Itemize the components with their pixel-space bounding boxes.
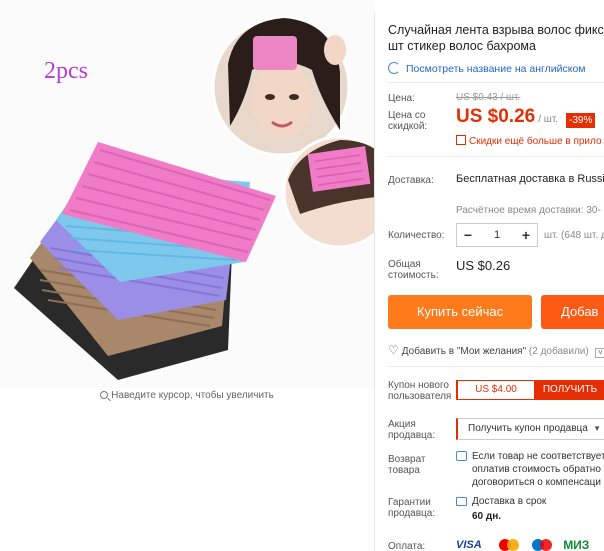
visa-logo: VISA bbox=[456, 539, 482, 551]
product-info-panel: Случайная лента взрыва волос фикси шт ст… bbox=[388, 0, 604, 551]
coupon-value: US $4.00 bbox=[458, 381, 534, 399]
returns-label-line1: Возврат bbox=[388, 454, 426, 465]
mastercard-logo bbox=[497, 538, 523, 551]
shipping-value[interactable]: Бесплатная доставка в Russia bbox=[456, 173, 604, 185]
panel-divider bbox=[374, 12, 375, 551]
qr-code-icon bbox=[456, 135, 466, 145]
overlay-2pcs-text: 2pcs bbox=[44, 58, 88, 84]
zoom-hint-text: Наведите курсор, чтобы увеличить bbox=[111, 390, 274, 401]
total-label-line2: стоимость: bbox=[388, 270, 439, 281]
total-label-line1: Общая bbox=[388, 259, 421, 270]
coupon-label-line1: Купон нового bbox=[388, 380, 449, 391]
quantity-increase-button[interactable]: + bbox=[515, 224, 537, 246]
seller-promo-label-line2: продавца: bbox=[388, 430, 436, 441]
discount-price-label: Цена со скидкой: bbox=[388, 110, 427, 132]
returns-text-line2: оплатив стоимость обратно bbox=[472, 464, 601, 475]
returns-label-line2: товара bbox=[388, 465, 420, 476]
guarantee-label-line1: Гарантии bbox=[388, 497, 431, 508]
wishlist-count: (2 добавили) bbox=[528, 346, 589, 357]
product-title: Случайная лента взрыва волос фикси шт ст… bbox=[388, 22, 604, 54]
shipping-label: Доставка: bbox=[388, 175, 434, 186]
divider bbox=[388, 156, 604, 157]
buy-now-button[interactable]: Купить сейчас bbox=[388, 295, 532, 329]
product-photo: 2pcs bbox=[14, 17, 374, 380]
quantity-decrease-button[interactable]: − bbox=[457, 224, 479, 246]
product-image[interactable]: 2pcs bbox=[0, 0, 374, 388]
current-price: US $0.26/ шт. bbox=[456, 106, 558, 128]
mir-logo: МИЗ bbox=[563, 538, 590, 551]
wishlist-text[interactable]: Добавить в "Мои желания" bbox=[402, 346, 526, 357]
get-coupon-button[interactable]: ПОЛУЧИТЬ bbox=[534, 381, 604, 399]
quantity-label: Количество: bbox=[388, 230, 445, 241]
divider bbox=[388, 82, 604, 83]
seller-coupon-select-text[interactable]: Получить купон продавца bbox=[468, 423, 588, 434]
model-photo-circle bbox=[211, 17, 351, 157]
new-user-coupon-label: Купон нового пользователя bbox=[388, 380, 451, 402]
delivery-time: Расчётное время доставки: 30- bbox=[456, 205, 601, 216]
seller-coupon-select[interactable]: Получить купон продавца ▼ bbox=[456, 418, 604, 440]
wishlist-link[interactable]: ♡ Добавить в "Мои желания" (2 добавили) ˅ bbox=[388, 343, 604, 358]
guarantee-label: Гарантии продавца: bbox=[388, 497, 435, 519]
old-price-label: Цена: bbox=[388, 93, 415, 104]
magnifier-icon bbox=[100, 391, 109, 399]
returns-label: Возврат товара bbox=[388, 454, 426, 476]
product-title-line1: Случайная лента взрыва волос фикси bbox=[388, 23, 604, 37]
guarantee-days: 60 дн. bbox=[472, 511, 502, 522]
coupon-label-line2: пользователя bbox=[388, 391, 452, 402]
payment-label: Оплата: bbox=[388, 541, 426, 551]
dropdown-arrow-icon: ▼ bbox=[593, 424, 601, 433]
heart-icon: ♡ bbox=[388, 343, 399, 357]
translate-icon bbox=[388, 62, 400, 74]
discount-price-label-line2: скидкой: bbox=[388, 121, 428, 132]
returns-icon bbox=[456, 451, 467, 461]
chevron-down-icon[interactable]: ˅ bbox=[595, 348, 604, 358]
new-user-coupon: US $4.00 ПОЛУЧИТЬ bbox=[456, 380, 604, 400]
returns-text: Если товар не соответствует оплатив стои… bbox=[472, 450, 604, 489]
maestro-logo bbox=[530, 538, 556, 551]
current-price-unit: / шт. bbox=[538, 114, 559, 125]
product-title-line2: шт стикер волос бахрома bbox=[388, 39, 536, 53]
translate-link[interactable]: Посмотреть название на английском bbox=[388, 62, 586, 75]
quantity-available: шт. (648 шт. д bbox=[544, 230, 604, 241]
guarantee-text: Доставка в срок bbox=[472, 496, 547, 507]
returns-text-line1: Если товар не соответствует bbox=[472, 451, 604, 462]
discount-badge: -39% bbox=[566, 113, 596, 128]
seller-promo-label-line1: Акция bbox=[388, 419, 416, 430]
app-discount-link[interactable]: Скидки ещё больше в прило bbox=[456, 135, 602, 147]
total-value: US $0.26 bbox=[456, 258, 511, 273]
guarantee-label-line2: продавца: bbox=[388, 508, 436, 519]
payment-methods: VISA МИЗ bbox=[456, 538, 593, 551]
zoom-hint: Наведите курсор, чтобы увеличить bbox=[0, 390, 374, 401]
returns-text-line3: договориться о компенсаци bbox=[472, 477, 601, 488]
truck-icon bbox=[456, 497, 467, 506]
quantity-stepper: − + bbox=[456, 223, 538, 247]
add-to-cart-button[interactable]: Добав bbox=[541, 295, 604, 329]
quantity-input[interactable] bbox=[479, 226, 515, 244]
translate-link-text[interactable]: Посмотреть название на английском bbox=[406, 63, 586, 75]
divider bbox=[388, 366, 604, 367]
total-label: Общая стоимость: bbox=[388, 259, 439, 281]
current-price-value: US $0.26 bbox=[456, 106, 536, 127]
app-discount-text[interactable]: Скидки ещё больше в прило bbox=[469, 136, 602, 147]
discount-price-label-line1: Цена со bbox=[388, 110, 426, 121]
seller-promo-label: Акция продавца: bbox=[388, 419, 435, 441]
old-price-value: US $0.43 / шт. bbox=[456, 92, 521, 103]
